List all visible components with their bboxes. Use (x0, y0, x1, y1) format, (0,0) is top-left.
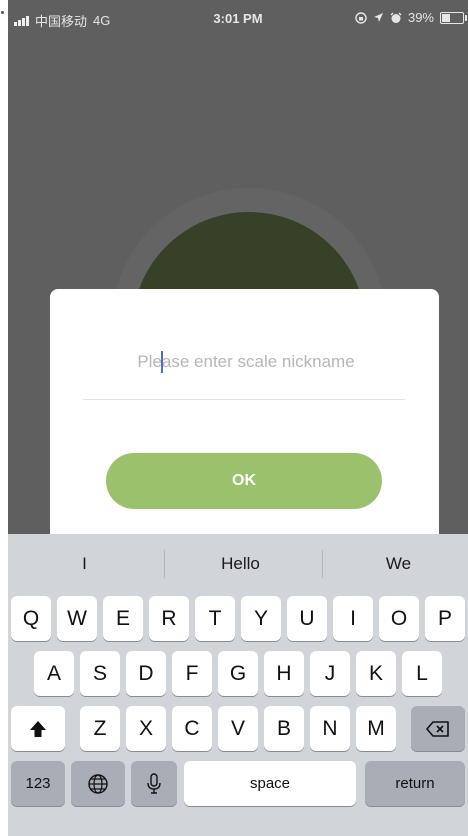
key-j[interactable]: J (310, 651, 350, 696)
suggestion-2[interactable]: Hello (164, 534, 317, 594)
key-z[interactable]: Z (80, 706, 120, 751)
keyboard: I Hello We Q W E R T Y U I O P A S D F G… (8, 534, 468, 836)
key-e[interactable]: E (103, 596, 143, 641)
numbers-key[interactable]: 123 (11, 761, 65, 806)
globe-icon (88, 773, 108, 794)
alarm-icon (390, 12, 402, 23)
globe-key[interactable] (71, 761, 125, 806)
status-bar: 中国移动 4G 3:01 PM 39% (8, 0, 468, 36)
key-w[interactable]: W (57, 596, 97, 641)
key-q[interactable]: Q (11, 596, 51, 641)
key-m[interactable]: M (356, 706, 396, 751)
backspace-key[interactable] (411, 706, 465, 751)
suggestion-3[interactable]: We (322, 534, 468, 594)
microphone-icon (147, 772, 161, 794)
key-f[interactable]: F (172, 651, 212, 696)
key-x[interactable]: X (126, 706, 166, 751)
key-v[interactable]: V (218, 706, 258, 751)
text-cursor (161, 351, 163, 373)
rotation-lock-icon (355, 11, 367, 24)
key-r[interactable]: R (149, 596, 189, 641)
key-p[interactable]: P (425, 596, 465, 641)
key-y[interactable]: Y (241, 596, 281, 641)
nickname-input[interactable] (83, 341, 409, 383)
shift-key[interactable] (11, 706, 65, 751)
edge-dot (1, 11, 4, 14)
backspace-icon (426, 720, 449, 737)
key-a[interactable]: A (34, 651, 74, 696)
key-s[interactable]: S (80, 651, 120, 696)
space-key[interactable]: space (184, 761, 356, 806)
key-t[interactable]: T (195, 596, 235, 641)
return-key[interactable]: return (365, 761, 465, 806)
key-o[interactable]: O (379, 596, 419, 641)
location-icon (373, 13, 383, 22)
nickname-field-wrap (83, 341, 409, 401)
status-right: 39% (355, 10, 467, 25)
key-d[interactable]: D (126, 651, 166, 696)
key-l[interactable]: L (402, 651, 442, 696)
suggestion-1[interactable]: I (8, 534, 161, 594)
phone-screen: 中国移动 4G 3:01 PM 39% Please enter scale n… (8, 0, 468, 836)
key-b[interactable]: B (264, 706, 304, 751)
suggestion-bar: I Hello We (8, 534, 468, 594)
shift-icon (30, 720, 46, 737)
battery-percent: 39% (407, 10, 434, 25)
key-k[interactable]: K (356, 651, 396, 696)
battery-icon (440, 11, 467, 24)
key-u[interactable]: U (287, 596, 327, 641)
key-h[interactable]: H (264, 651, 304, 696)
key-g[interactable]: G (218, 651, 258, 696)
nickname-dialog: OK (50, 289, 439, 559)
key-c[interactable]: C (172, 706, 212, 751)
dictation-key[interactable] (131, 761, 177, 806)
key-i[interactable]: I (333, 596, 373, 641)
key-n[interactable]: N (310, 706, 350, 751)
ok-button[interactable]: OK (106, 453, 382, 509)
input-underline (83, 399, 405, 400)
